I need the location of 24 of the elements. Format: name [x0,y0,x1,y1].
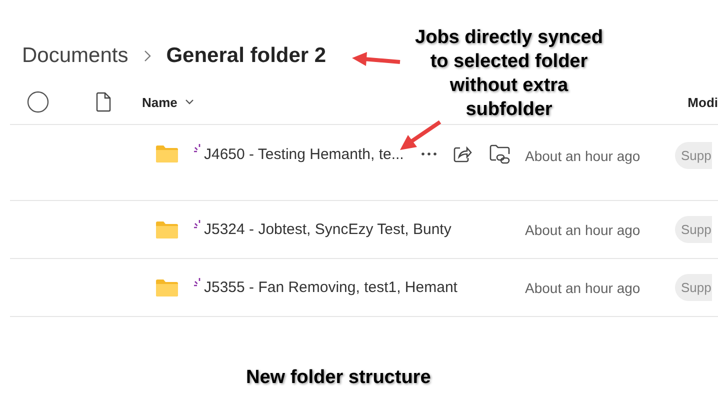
chevron-down-icon[interactable] [185,99,194,105]
modified-time: About an hour ago [525,222,642,238]
folder-name[interactable]: J5355 - Fan Removing, test1, Hemant [204,279,458,296]
select-all-checkbox[interactable] [26,91,49,113]
arrow-annotation [352,52,402,68]
folder-name[interactable]: J5324 - Jobtest, SyncEzy Test, Bunty [204,221,452,238]
modified-time: About an hour ago [525,280,642,296]
caption: New folder structure [246,367,431,389]
modified-column-header[interactable]: Modi [688,94,718,110]
folder-icon [155,145,179,163]
name-column-header[interactable]: Name [142,94,178,110]
folder-icon [155,220,179,238]
current-folder-title[interactable]: General folder 2 [166,44,326,68]
breadcrumb-link[interactable]: Documents [22,44,128,68]
arrow-annotation [400,120,442,150]
modified-by-chip: Supp [675,274,712,301]
chevron-right-icon [142,50,152,62]
modified-time: About an hour ago [525,148,642,164]
folder-icon [155,278,179,296]
file-type-icon [96,92,112,112]
folder-name[interactable]: J4650 - Testing Hemanth, te... [204,146,404,162]
modified-by-chip: Supp [675,142,712,169]
modified-by-chip: Supp [675,216,712,243]
annotation-text: Jobs directly synced to selected folder without extra subfolder [414,26,604,122]
